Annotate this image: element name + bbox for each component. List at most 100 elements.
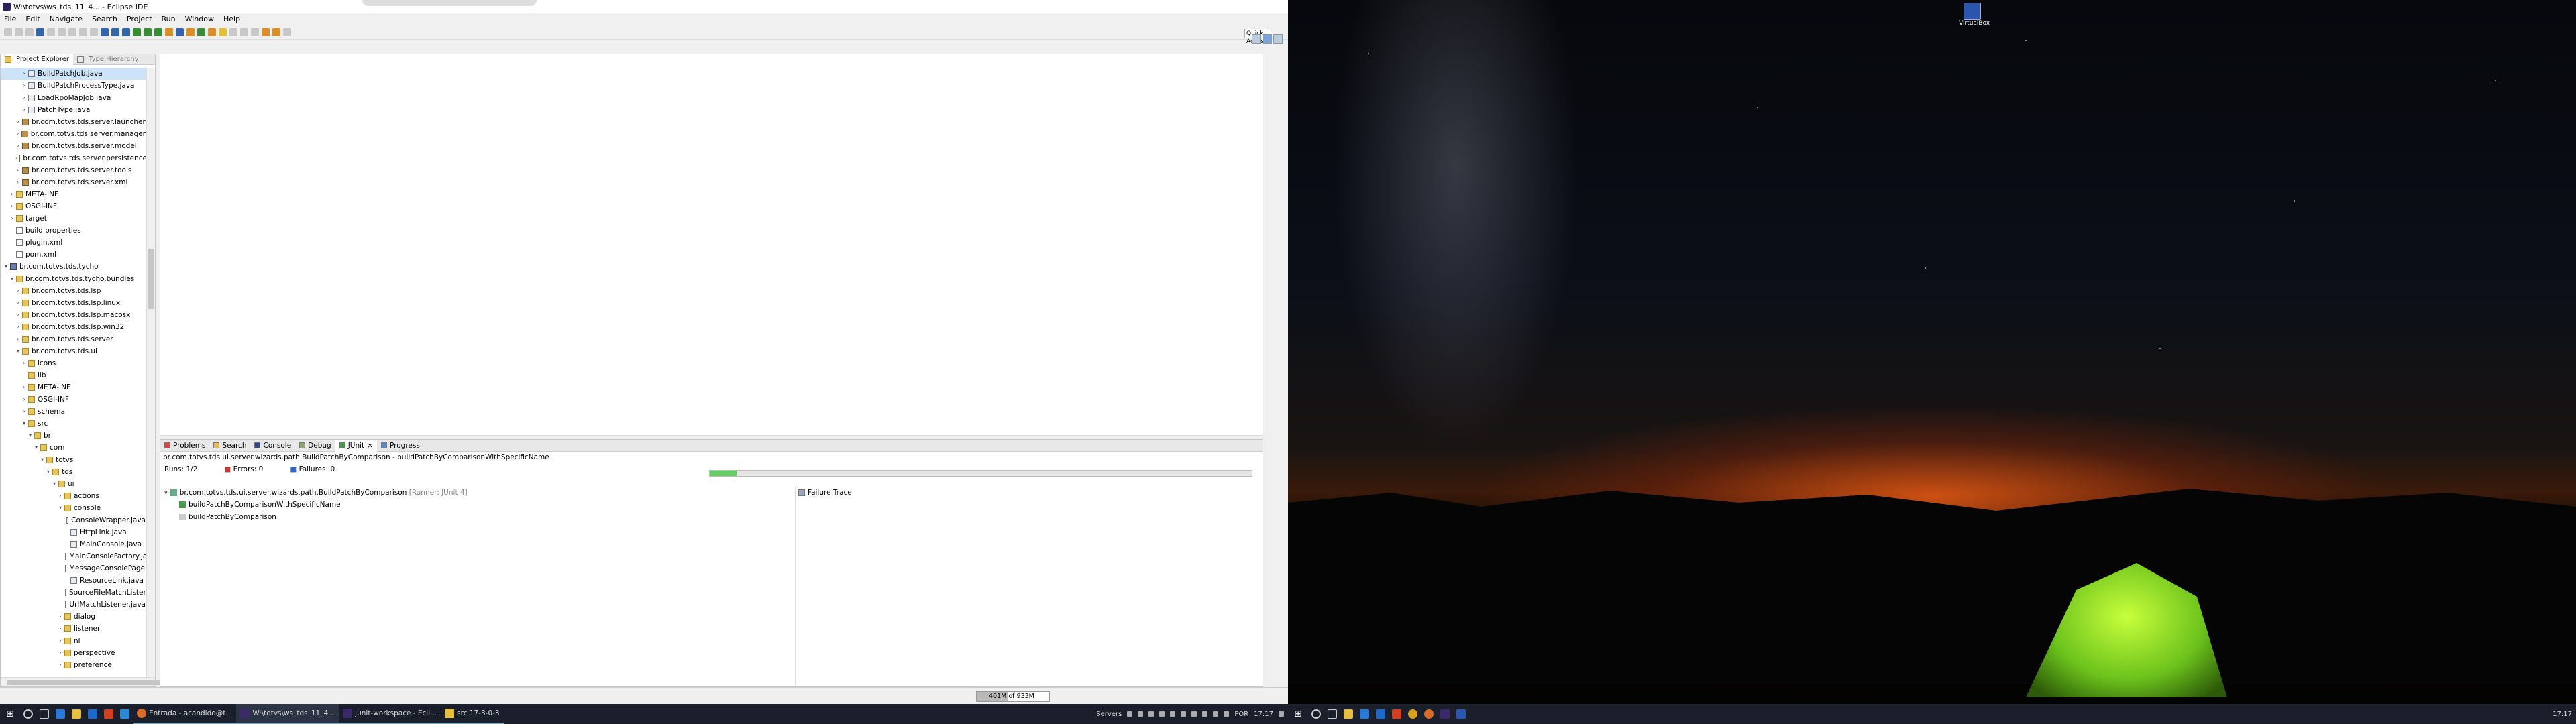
chevron-right-icon[interactable]: ›: [21, 357, 27, 369]
coverage-icon[interactable]: [154, 27, 162, 36]
tree-item[interactable]: › schema: [1, 406, 146, 418]
thunderbird-icon[interactable]: [1421, 704, 1437, 724]
menu-project[interactable]: Project: [127, 15, 152, 23]
chevron-down-icon[interactable]: ▾: [34, 442, 39, 454]
search-taskbar-icon[interactable]: [1308, 704, 1324, 724]
tree-item[interactable]: plugin.xml: [1, 237, 146, 249]
chevron-right-icon[interactable]: ›: [15, 297, 21, 309]
tree-item[interactable]: MessageConsolePageParticipant.java: [1, 562, 146, 575]
menu-search[interactable]: Search: [92, 15, 117, 23]
chevron-right-icon[interactable]: ›: [9, 200, 15, 213]
eclipse-icon[interactable]: [1437, 704, 1453, 724]
tree-item[interactable]: MainConsoleFactory.java: [1, 550, 146, 562]
chevron-right-icon[interactable]: ›: [21, 381, 27, 394]
tray-icon[interactable]: [1191, 711, 1197, 717]
tray-icon[interactable]: [1138, 711, 1144, 717]
edge-icon[interactable]: [52, 704, 68, 724]
menu-edit[interactable]: Edit: [25, 15, 40, 23]
taskbar-eclipse-junit[interactable]: junit-workspace - Ecli...: [339, 704, 441, 724]
tree-item[interactable]: › LoadRpoMapJob.java: [1, 92, 146, 104]
office-icon[interactable]: [101, 704, 117, 724]
test-row[interactable]: buildPatchByComparison: [160, 511, 791, 523]
tree-item[interactable]: pom.xml: [1, 249, 146, 261]
tree-item[interactable]: ▾ br.com.totvs.tds.tycho: [1, 261, 146, 273]
taskbar-thunderbird[interactable]: Entrada - acandido@t...: [133, 704, 237, 724]
chevron-down-icon[interactable]: ▾: [40, 454, 45, 466]
chevron-down-icon[interactable]: ▾: [46, 466, 51, 478]
chevron-right-icon[interactable]: ›: [15, 309, 21, 321]
tray-icon[interactable]: [1148, 711, 1155, 717]
tree-item[interactable]: MainConsole.java: [1, 538, 146, 550]
tray-icon[interactable]: [1170, 711, 1176, 717]
new-java-project-icon[interactable]: [176, 27, 184, 36]
new-class-icon[interactable]: [197, 27, 205, 36]
outlook-icon[interactable]: [85, 704, 101, 724]
taskbar-src-folder[interactable]: src 17-3-0-3: [441, 704, 504, 724]
forward-icon[interactable]: [272, 27, 280, 36]
tree-item[interactable]: › BuildPatchProcessType.java: [1, 80, 146, 92]
step-over-icon[interactable]: [111, 27, 119, 36]
tree-item[interactable]: › br.com.totvs.tds.server.xml: [1, 176, 146, 188]
outlook-icon[interactable]: [1373, 704, 1389, 724]
tab-console[interactable]: Console: [250, 440, 295, 452]
tree-item[interactable]: › br.com.totvs.tds.lsp.win32: [1, 321, 146, 333]
network-icon[interactable]: [1213, 711, 1219, 717]
toggle-mark-icon[interactable]: [229, 27, 237, 36]
vscode-icon[interactable]: [117, 704, 133, 724]
tree-item[interactable]: ▾ tds: [1, 466, 146, 478]
tab-debug[interactable]: Debug: [295, 440, 335, 452]
chevron-right-icon[interactable]: ›: [15, 321, 21, 333]
menu-navigate[interactable]: Navigate: [50, 15, 83, 23]
chevron-right-icon[interactable]: ›: [58, 659, 63, 671]
tree-item[interactable]: › OSGI-INF: [1, 200, 146, 213]
tree-item[interactable]: ▾ br: [1, 430, 146, 442]
tree-item[interactable]: › nl: [1, 635, 146, 647]
tree-item[interactable]: › br.com.totvs.tds.server: [1, 333, 146, 345]
step-into-icon[interactable]: [101, 27, 109, 36]
tree-item[interactable]: › br.com.totvs.tds.server.model: [1, 140, 146, 152]
tree-item[interactable]: › br.com.totvs.tds.server.launcher: [1, 116, 146, 128]
tree-item[interactable]: ConsoleWrapper.java: [1, 514, 146, 526]
tree-item[interactable]: › preference: [1, 659, 146, 671]
task-view-icon[interactable]: [36, 704, 52, 724]
menu-file[interactable]: File: [4, 15, 16, 23]
chevron-right-icon[interactable]: ›: [58, 490, 63, 502]
chevron-right-icon[interactable]: ›: [15, 176, 21, 188]
debug-icon[interactable]: [133, 27, 141, 36]
tree-item[interactable]: build.properties: [1, 225, 146, 237]
tree-item[interactable]: › icons: [1, 357, 146, 369]
tree-item[interactable]: › BuildPatchJob.java: [1, 68, 146, 80]
tree-item[interactable]: ▾ console: [1, 502, 146, 514]
chevron-right-icon[interactable]: ›: [15, 164, 21, 176]
chevron-right-icon[interactable]: ›: [21, 406, 27, 418]
tree-item[interactable]: ResourceLink.java: [1, 575, 146, 587]
chevron-right-icon[interactable]: ›: [21, 80, 27, 92]
resume-icon[interactable]: [58, 27, 66, 36]
chevron-right-icon[interactable]: ›: [58, 635, 63, 647]
volume-icon[interactable]: [1224, 711, 1230, 717]
office-icon[interactable]: [1389, 704, 1405, 724]
windows-start-icon[interactable]: ⊞: [1288, 704, 1308, 724]
tree-item[interactable]: ▾ ui: [1, 478, 146, 490]
step-return-icon[interactable]: [122, 27, 130, 36]
tab-junit[interactable]: JUnit ×: [335, 439, 377, 452]
tab-progress[interactable]: Progress: [377, 440, 424, 452]
chevron-down-icon[interactable]: ▾: [3, 261, 9, 273]
tab-problems[interactable]: Problems: [160, 440, 209, 452]
taskbar-eclipse-main[interactable]: W:\totvs\ws_tds_11_4...: [236, 704, 339, 724]
tree-item[interactable]: › br.com.totvs.tds.server.tools: [1, 164, 146, 176]
new-package-icon[interactable]: [186, 27, 195, 36]
chevron-right-icon[interactable]: ›: [21, 104, 27, 116]
chevron-right-icon[interactable]: ›: [9, 213, 15, 225]
test-row[interactable]: buildPatchByComparisonWithSpecificName: [160, 499, 791, 511]
save-all-icon[interactable]: [25, 27, 34, 36]
test-suite-row[interactable]: v br.com.totvs.tds.ui.server.wizards.pat…: [160, 487, 791, 499]
skip-breakpoints-icon[interactable]: [47, 27, 55, 36]
tree-item[interactable]: › META-INF: [1, 188, 146, 200]
heap-status[interactable]: 401M of 933M: [976, 691, 1050, 702]
chevron-right-icon[interactable]: ›: [15, 285, 21, 297]
explorer-icon[interactable]: [68, 704, 85, 724]
java-perspective-icon[interactable]: [1263, 34, 1272, 44]
open-type-icon[interactable]: [208, 27, 216, 36]
tree-item[interactable]: SourceFileMatchListener.java: [1, 587, 146, 599]
